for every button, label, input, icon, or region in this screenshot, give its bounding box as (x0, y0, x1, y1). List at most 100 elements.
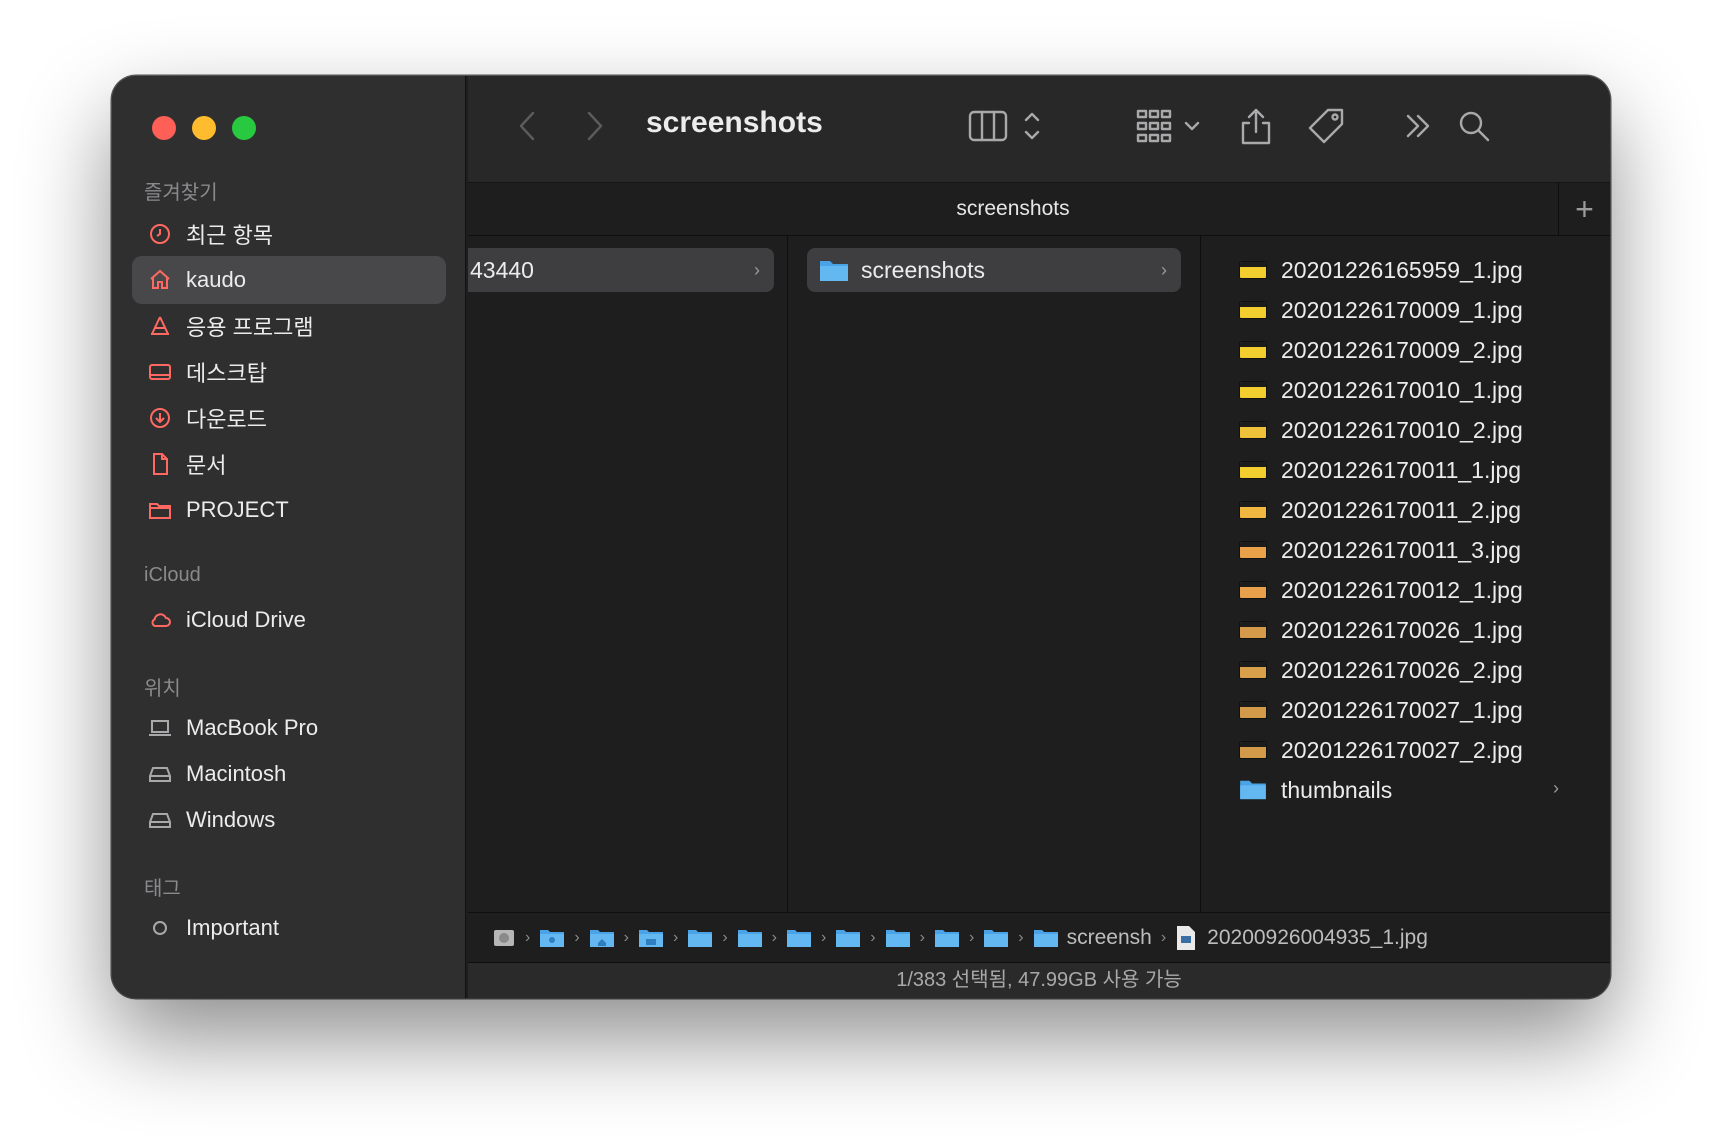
folder-icon (1239, 778, 1269, 802)
close-button[interactable] (152, 116, 176, 140)
document-icon (146, 450, 174, 478)
file-name: 20201226170010_1.jpg (1281, 376, 1523, 403)
file-row[interactable]: 20201226170009_1.jpg (1239, 290, 1523, 330)
folder-icon (836, 929, 861, 947)
file-row[interactable]: 20201226170026_1.jpg (1239, 610, 1523, 650)
column-1[interactable]: 43440 › (468, 236, 788, 912)
sidebar-item-documents[interactable]: 문서 (132, 440, 446, 488)
path-disk[interactable] (492, 927, 516, 949)
sidebar-item-downloads[interactable]: 다운로드 (132, 394, 446, 442)
file-name: 20201226170026_1.jpg (1281, 616, 1523, 643)
image-thumbnail-icon (1239, 621, 1267, 639)
share-button[interactable] (1236, 104, 1276, 148)
view-mode-button[interactable] (964, 104, 1054, 148)
sidebar-section-tags: 태그 (144, 878, 181, 900)
image-thumbnail-icon (1239, 741, 1267, 759)
new-tab-button[interactable]: + (1558, 183, 1610, 235)
zoom-button[interactable] (232, 116, 256, 140)
disk-icon (146, 760, 174, 788)
column-2[interactable]: screenshots › (789, 236, 1201, 912)
window-title: screenshots (646, 106, 823, 139)
minimize-button[interactable] (192, 116, 216, 140)
file-row[interactable]: 20201226165959_1.jpg (1239, 250, 1523, 290)
path-file[interactable]: 20200926004935_1.jpg (1175, 925, 1428, 951)
file-name: 20201226170010_2.jpg (1281, 416, 1523, 443)
folder-icon (934, 929, 959, 947)
sidebar-section-icloud: iCloud (144, 564, 201, 586)
row-label: screenshots (861, 256, 986, 283)
image-thumbnail-icon (1239, 421, 1267, 439)
file-row[interactable]: 20201226170012_1.jpg (1239, 570, 1523, 610)
tag-button[interactable] (1304, 104, 1348, 148)
path-current-folder[interactable]: screensh (1033, 926, 1152, 950)
file-row[interactable]: 20201226170026_2.jpg (1239, 650, 1523, 690)
folder-icon (819, 258, 849, 282)
more-button[interactable] (1398, 104, 1438, 148)
sidebar-item-icloud-drive[interactable]: iCloud Drive (132, 596, 446, 644)
path-folder-crumb[interactable] (589, 928, 615, 948)
sidebar-item-project[interactable]: PROJECT (132, 486, 446, 534)
folder-icon (1033, 929, 1058, 947)
clipped-row (1239, 236, 1519, 238)
column-browser: 43440 › screenshots › 20201226165959_1.j… (468, 236, 1610, 912)
file-row[interactable]: 20201226170027_1.jpg (1239, 690, 1523, 730)
search-icon (1459, 111, 1490, 142)
file-row[interactable]: 20201226170011_1.jpg (1239, 450, 1521, 490)
folder-icon (737, 929, 762, 947)
tab-bar: screenshots + (468, 182, 1610, 236)
file-row[interactable]: 20201226170009_2.jpg (1239, 330, 1523, 370)
sidebar-item-macintosh[interactable]: Macintosh (132, 750, 446, 798)
path-folder-crumb[interactable] (737, 928, 763, 948)
sidebar-item-recents[interactable]: 최근 항목 (132, 210, 446, 258)
path-folder-crumb[interactable] (885, 928, 911, 948)
grid-icon (1136, 109, 1200, 143)
folder-row-thumbnails[interactable]: thumbnails › (1239, 770, 1559, 810)
image-thumbnail-icon (1239, 341, 1267, 359)
file-row[interactable]: 20201226170027_2.jpg (1239, 730, 1523, 770)
chevron-right-icon: › (754, 260, 760, 280)
path-folder-crumb[interactable] (687, 928, 713, 948)
path-folder-crumb[interactable] (638, 928, 664, 948)
column-3[interactable]: 20201226165959_1.jpg 20201226170009_1.jpg… (1203, 236, 1610, 912)
sidebar-item-label: Windows (186, 807, 276, 832)
sidebar-item-macbook-pro[interactable]: MacBook Pro (132, 704, 446, 752)
folder-icon (984, 929, 1009, 947)
file-name: 20201226170011_2.jpg (1281, 496, 1522, 523)
sidebar-item-windows[interactable]: Windows (132, 796, 446, 844)
file-row[interactable]: 20201226170010_2.jpg (1239, 410, 1523, 450)
image-file-icon (1177, 925, 1196, 950)
sidebar-item-tag-important[interactable]: Important (132, 904, 446, 952)
path-folder-crumb[interactable] (786, 928, 812, 948)
file-row[interactable]: 20201226170010_1.jpg (1239, 370, 1523, 410)
column-2-selected-row[interactable]: screenshots › (807, 248, 1181, 292)
laptop-icon (146, 714, 174, 742)
sidebar-item-home[interactable]: kaudo (132, 256, 446, 304)
file-row[interactable]: 20201226170011_2.jpg (1239, 490, 1521, 530)
folder-icon (885, 929, 910, 947)
sidebar-item-label: Macintosh (186, 761, 287, 786)
folder-icon (688, 929, 713, 947)
tag-circle-icon (146, 914, 174, 942)
back-button[interactable] (508, 104, 548, 148)
tab-screenshots[interactable]: screenshots (468, 197, 1558, 221)
chevron-right-icon: › (1161, 260, 1167, 280)
sidebar-item-desktop[interactable]: 데스크탑 (132, 348, 446, 396)
forward-button[interactable] (574, 104, 614, 148)
file-row[interactable]: 20201226170011_3.jpg (1239, 530, 1521, 570)
path-folder-crumb[interactable] (835, 928, 861, 948)
path-folder-crumb[interactable] (539, 928, 565, 948)
file-name: 20201226170012_1.jpg (1281, 576, 1523, 603)
chevron-right-icon: › (1018, 928, 1024, 946)
sidebar-item-label: MacBook Pro (186, 715, 319, 740)
file-name: 20201226170027_1.jpg (1281, 696, 1523, 723)
path-folder-crumb[interactable] (934, 928, 960, 948)
column-1-selected-row[interactable]: 43440 › (468, 248, 774, 292)
image-thumbnail-icon (1239, 261, 1267, 279)
group-button[interactable] (1136, 104, 1206, 148)
path-folder-crumb[interactable] (983, 928, 1009, 948)
search-button[interactable] (1454, 104, 1494, 148)
image-thumbnail-icon (1239, 541, 1267, 559)
chevron-right-icon: › (919, 928, 925, 946)
file-name: 20201226170011_3.jpg (1281, 536, 1522, 563)
sidebar-item-applications[interactable]: 응용 프로그램 (132, 302, 446, 350)
